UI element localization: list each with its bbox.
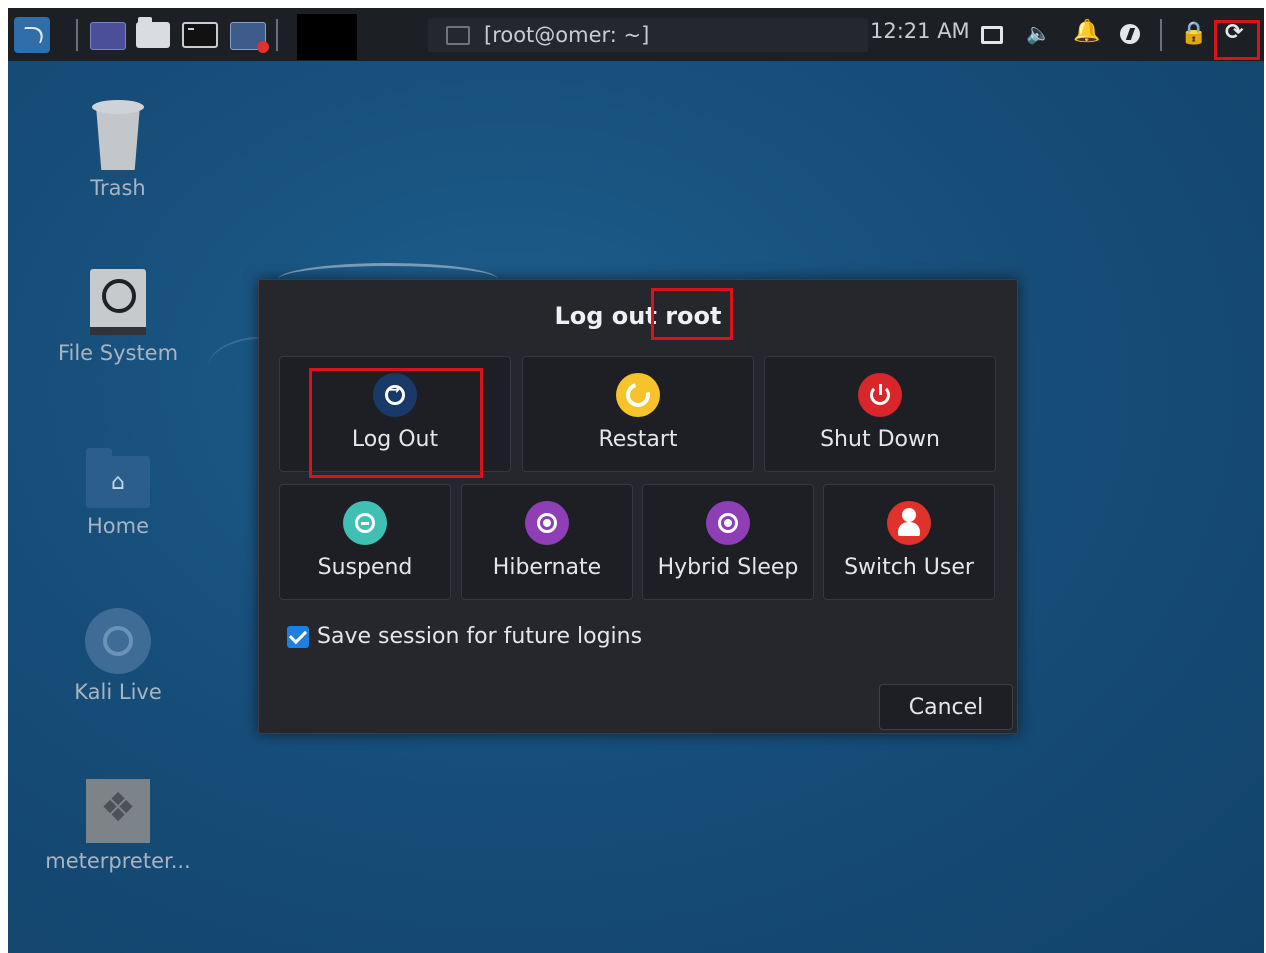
restart-button[interactable]: Restart	[522, 356, 754, 472]
logout-dialog: Log out root Log Out Restart Shut Down S…	[258, 279, 1018, 734]
red-highlight-box	[1214, 20, 1260, 60]
volume-icon[interactable]: 🔈	[1026, 21, 1051, 45]
log-out-button[interactable]: Log Out	[279, 356, 511, 472]
power-manager-icon[interactable]	[1120, 24, 1140, 44]
top-panel: [root@omer: ~] 12:21 AM 🔈 🔔 🔒 ⟳	[8, 8, 1264, 61]
action-label: Restart	[598, 427, 678, 452]
lock-screen-icon[interactable]: 🔒	[1180, 21, 1207, 46]
executable-file-icon: ❖	[86, 779, 150, 843]
action-label: Suspend	[317, 555, 413, 580]
switch-user-icon	[887, 501, 931, 545]
panel-clock[interactable]: 12:21 AM	[870, 19, 970, 43]
dialog-title: Log out root	[554, 302, 722, 330]
switch-user-button[interactable]: Switch User	[823, 484, 995, 600]
desktop-icon-trash[interactable]: Trash	[33, 100, 203, 200]
terminal-window-icon	[446, 25, 470, 45]
shut-down-button[interactable]: Shut Down	[764, 356, 996, 472]
desktop-icon-label: meterpreter...	[45, 849, 191, 873]
screen-recorder-icon[interactable]	[230, 22, 269, 53]
panel-separator	[1160, 19, 1162, 51]
save-session-checkbox[interactable]	[287, 625, 309, 648]
action-label: Shut Down	[820, 427, 940, 452]
save-session-label: Save session for future logins	[317, 624, 643, 649]
desktop-icon-label: File System	[57, 341, 179, 365]
logout-icon	[373, 373, 417, 417]
action-label: Log Out	[351, 427, 439, 452]
desktop-icon-label: Kali Live	[74, 680, 162, 704]
home-folder-icon: ⌂	[86, 448, 150, 508]
hibernate-button[interactable]: Hibernate	[461, 484, 633, 600]
taskbar-window-button[interactable]: [root@omer: ~]	[428, 18, 868, 52]
restart-icon	[616, 373, 660, 417]
kali-menu-icon[interactable]	[14, 17, 50, 53]
optical-disc-icon	[85, 608, 151, 674]
display-icon[interactable]	[981, 26, 1003, 44]
suspend-icon	[343, 501, 387, 545]
panel-separator	[276, 19, 278, 51]
panel-separator	[76, 19, 78, 51]
hybrid-sleep-button[interactable]: Hybrid Sleep	[642, 484, 814, 600]
notification-bell-icon[interactable]: 🔔	[1073, 19, 1100, 44]
action-label: Hibernate	[492, 555, 602, 580]
desktop-icon-home[interactable]: ⌂ Home	[33, 448, 203, 538]
panel-workspace-preview[interactable]	[297, 14, 357, 60]
power-icon	[858, 373, 902, 417]
cancel-button[interactable]: Cancel	[879, 684, 1013, 730]
hibernate-icon	[525, 501, 569, 545]
taskbar-window-title: [root@omer: ~]	[484, 23, 650, 47]
workspace-icon[interactable]	[90, 22, 126, 50]
suspend-button[interactable]: Suspend	[279, 484, 451, 600]
action-label: Hybrid Sleep	[657, 555, 799, 580]
trash-icon	[92, 100, 144, 170]
desktop-icon-label: Trash	[90, 176, 146, 200]
terminal-icon[interactable]	[182, 22, 218, 48]
desktop-icon-meterpreter[interactable]: ❖ meterpreter...	[33, 779, 203, 873]
action-label: Switch User	[844, 555, 974, 580]
desktop-icon-file-system[interactable]: File System	[33, 269, 203, 365]
file-manager-icon[interactable]	[136, 17, 170, 48]
hard-drive-icon	[90, 269, 146, 335]
red-highlight-box	[651, 288, 733, 340]
save-session-row[interactable]: Save session for future logins	[287, 624, 642, 649]
desktop-icon-label: Home	[86, 514, 149, 538]
hybrid-sleep-icon	[706, 501, 750, 545]
desktop-screen: [root@omer: ~] 12:21 AM 🔈 🔔 🔒 ⟳ Trash Fi…	[8, 8, 1264, 953]
desktop-icon-kali-live[interactable]: Kali Live	[33, 608, 203, 704]
